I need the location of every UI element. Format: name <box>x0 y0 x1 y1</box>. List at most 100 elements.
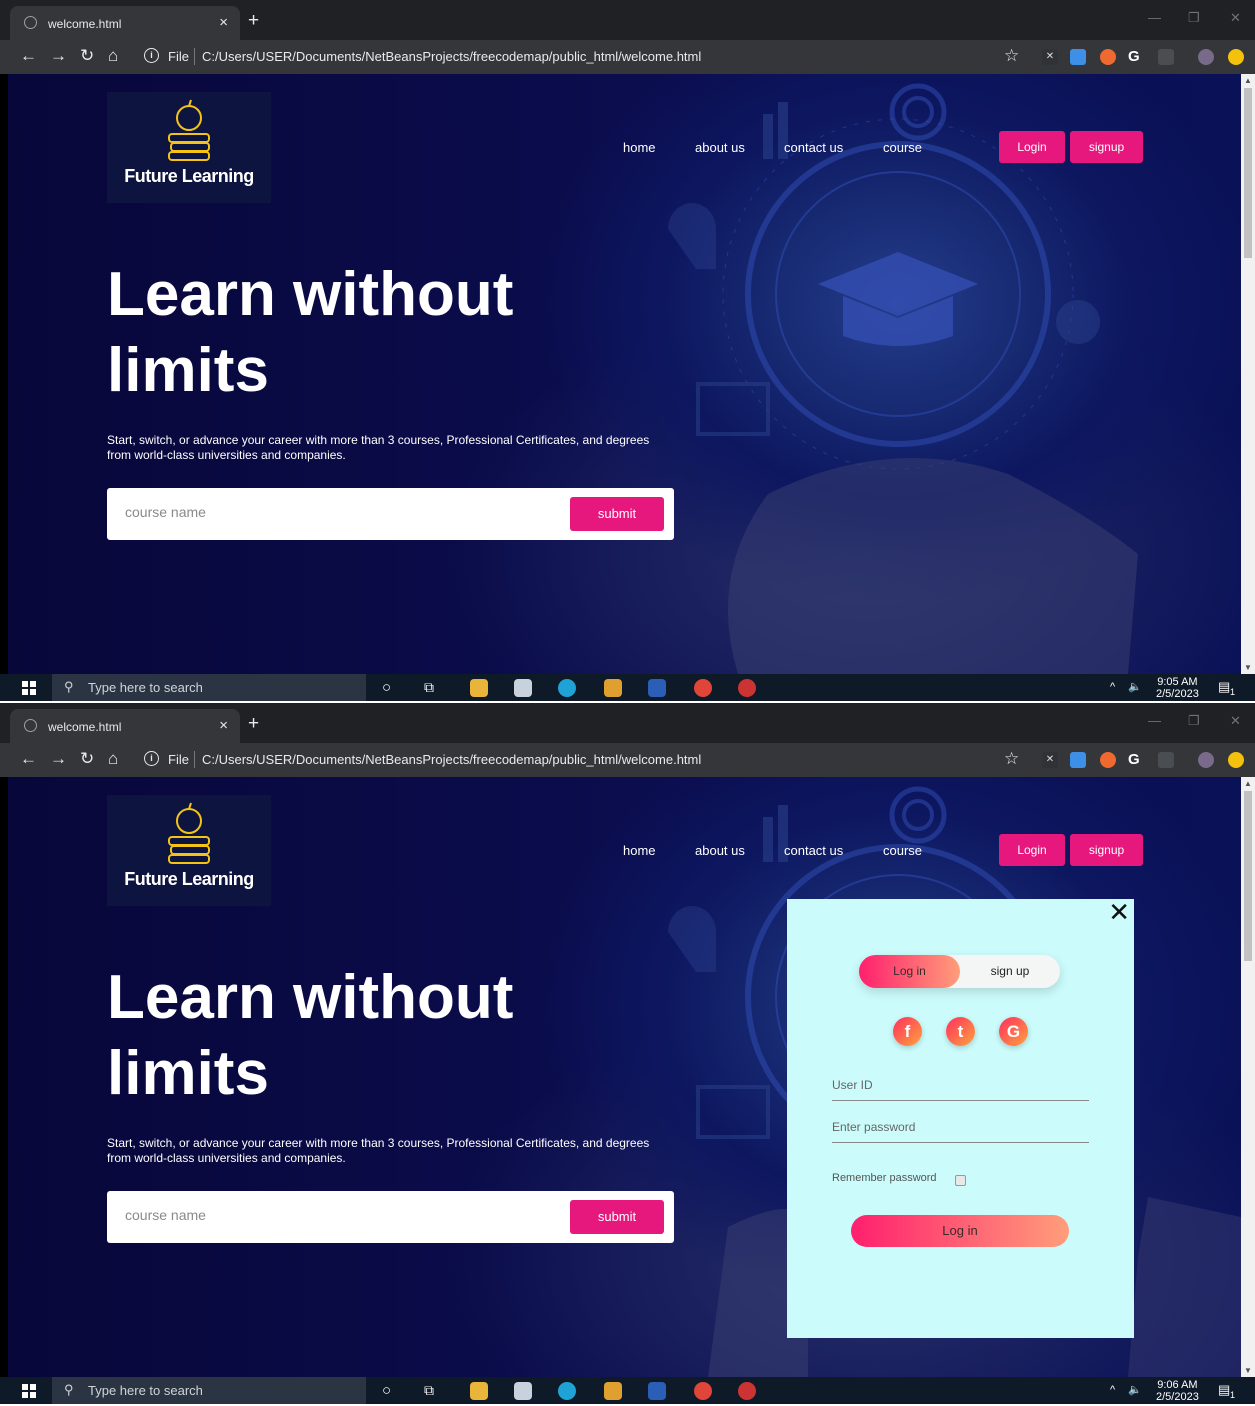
remember-password-checkbox[interactable] <box>955 1175 966 1186</box>
google-extension-icon[interactable]: G <box>1128 752 1144 768</box>
nav-about-us[interactable]: about us <box>695 140 745 155</box>
new-tab-button[interactable]: + <box>248 713 259 735</box>
site-logo[interactable]: Future Learning <box>107 795 271 906</box>
submit-button[interactable]: submit <box>570 1200 664 1234</box>
app-icon[interactable] <box>604 679 622 697</box>
course-search-input[interactable]: course name <box>125 504 206 520</box>
nav-home[interactable]: home <box>623 140 656 155</box>
file-explorer-icon[interactable] <box>470 679 488 697</box>
modal-login-button[interactable]: Log in <box>851 1215 1069 1247</box>
nav-contact-us[interactable]: contact us <box>784 843 843 858</box>
restore-icon[interactable]: ❐ <box>1188 10 1200 26</box>
notification-icon[interactable]: ▤ <box>1218 679 1230 695</box>
site-logo[interactable]: Future Learning <box>107 92 271 203</box>
task-view-icon[interactable]: ⧉ <box>424 1382 434 1399</box>
submit-button[interactable]: submit <box>570 497 664 531</box>
info-icon[interactable]: i <box>144 751 159 766</box>
windows-start-icon[interactable] <box>22 1384 36 1398</box>
google-icon[interactable]: G <box>999 1017 1028 1046</box>
extension-icon[interactable] <box>1100 49 1116 65</box>
nav-home[interactable]: home <box>623 843 656 858</box>
new-tab-button[interactable]: + <box>248 10 259 32</box>
bookmark-star-icon[interactable]: ☆ <box>1004 749 1019 769</box>
edge-icon[interactable] <box>558 679 576 697</box>
back-icon[interactable]: ← <box>20 46 37 66</box>
scroll-up-icon[interactable]: ▲ <box>1244 779 1252 788</box>
task-view-icon[interactable]: ⧉ <box>424 679 434 696</box>
close-icon[interactable]: ✕ <box>1108 899 1130 925</box>
home-icon[interactable]: ⌂ <box>108 46 118 66</box>
user-id-input[interactable]: User ID <box>832 1078 873 1092</box>
tab-login[interactable]: Log in <box>859 955 960 988</box>
app-icon[interactable] <box>604 1382 622 1400</box>
scroll-up-icon[interactable]: ▲ <box>1244 76 1252 85</box>
tab-signup[interactable]: sign up <box>960 955 1060 988</box>
google-extension-icon[interactable]: G <box>1128 49 1144 65</box>
store-icon[interactable] <box>514 1382 532 1400</box>
browser-tab[interactable]: welcome.html × <box>10 709 240 743</box>
scrollbar-thumb[interactable] <box>1244 88 1252 258</box>
update-icon[interactable] <box>1228 752 1244 768</box>
volume-icon[interactable]: 🔈 <box>1128 680 1142 693</box>
chrome-icon[interactable] <box>694 679 712 697</box>
twitter-icon[interactable]: t <box>946 1017 975 1046</box>
close-tab-icon[interactable]: × <box>219 717 228 734</box>
nav-course[interactable]: course <box>883 140 922 155</box>
home-icon[interactable]: ⌂ <box>108 749 118 769</box>
extension-icon[interactable] <box>1070 49 1086 65</box>
course-search-input[interactable]: course name <box>125 1207 206 1223</box>
scrollbar[interactable]: ▲ ▼ <box>1241 777 1255 1377</box>
system-clock[interactable]: 9:06 AM 2/5/2023 <box>1156 1379 1199 1403</box>
close-tab-icon[interactable]: × <box>219 14 228 31</box>
cortana-icon[interactable]: ○ <box>382 679 391 696</box>
taskbar-search[interactable]: ⚲ Type here to search <box>52 674 366 701</box>
extension-icon[interactable] <box>1158 752 1174 768</box>
signup-button[interactable]: signup <box>1070 131 1143 163</box>
info-icon[interactable]: i <box>144 48 159 63</box>
login-button[interactable]: Login <box>999 834 1065 866</box>
scrollbar[interactable]: ▲ ▼ <box>1241 74 1255 674</box>
nav-about-us[interactable]: about us <box>695 843 745 858</box>
extension-icon[interactable] <box>1100 752 1116 768</box>
back-icon[interactable]: ← <box>20 749 37 769</box>
url-text[interactable]: C:/Users/USER/Documents/NetBeansProjects… <box>202 752 701 767</box>
volume-icon[interactable]: 🔈 <box>1128 1383 1142 1396</box>
notification-icon[interactable]: ▤ <box>1218 1382 1230 1398</box>
app-icon[interactable] <box>738 679 756 697</box>
minimize-icon[interactable]: — <box>1148 10 1161 25</box>
nav-contact-us[interactable]: contact us <box>784 140 843 155</box>
address-bar[interactable]: i File C:/Users/USER/Documents/NetBeansP… <box>136 747 996 773</box>
password-input[interactable]: Enter password <box>832 1120 915 1134</box>
login-button[interactable]: Login <box>999 131 1065 163</box>
chrome-icon[interactable] <box>694 1382 712 1400</box>
chevron-up-icon[interactable]: ^ <box>1110 1384 1115 1396</box>
windows-start-icon[interactable] <box>22 681 36 695</box>
word-icon[interactable] <box>648 1382 666 1400</box>
chevron-up-icon[interactable]: ^ <box>1110 681 1115 693</box>
address-bar[interactable]: i File C:/Users/USER/Documents/NetBeansP… <box>136 44 996 70</box>
extension-icon[interactable]: ✕ <box>1042 49 1058 65</box>
window-close-icon[interactable]: ✕ <box>1230 713 1241 729</box>
nav-course[interactable]: course <box>883 843 922 858</box>
signup-button[interactable]: signup <box>1070 834 1143 866</box>
app-icon[interactable] <box>738 1382 756 1400</box>
bookmark-star-icon[interactable]: ☆ <box>1004 46 1019 66</box>
extension-icon[interactable]: ✕ <box>1042 752 1058 768</box>
forward-icon[interactable]: → <box>50 46 67 66</box>
url-text[interactable]: C:/Users/USER/Documents/NetBeansProjects… <box>202 49 701 64</box>
store-icon[interactable] <box>514 679 532 697</box>
scroll-down-icon[interactable]: ▼ <box>1244 663 1252 672</box>
minimize-icon[interactable]: — <box>1148 713 1161 728</box>
file-explorer-icon[interactable] <box>470 1382 488 1400</box>
scrollbar-thumb[interactable] <box>1244 791 1252 961</box>
system-clock[interactable]: 9:05 AM 2/5/2023 <box>1156 676 1199 700</box>
restore-icon[interactable]: ❐ <box>1188 713 1200 729</box>
extension-icon[interactable] <box>1070 752 1086 768</box>
reload-icon[interactable]: ↻ <box>80 46 94 66</box>
profile-avatar-icon[interactable] <box>1198 49 1214 65</box>
forward-icon[interactable]: → <box>50 749 67 769</box>
browser-tab[interactable]: welcome.html × <box>10 6 240 40</box>
update-icon[interactable] <box>1228 49 1244 65</box>
edge-icon[interactable] <box>558 1382 576 1400</box>
facebook-icon[interactable]: f <box>893 1017 922 1046</box>
